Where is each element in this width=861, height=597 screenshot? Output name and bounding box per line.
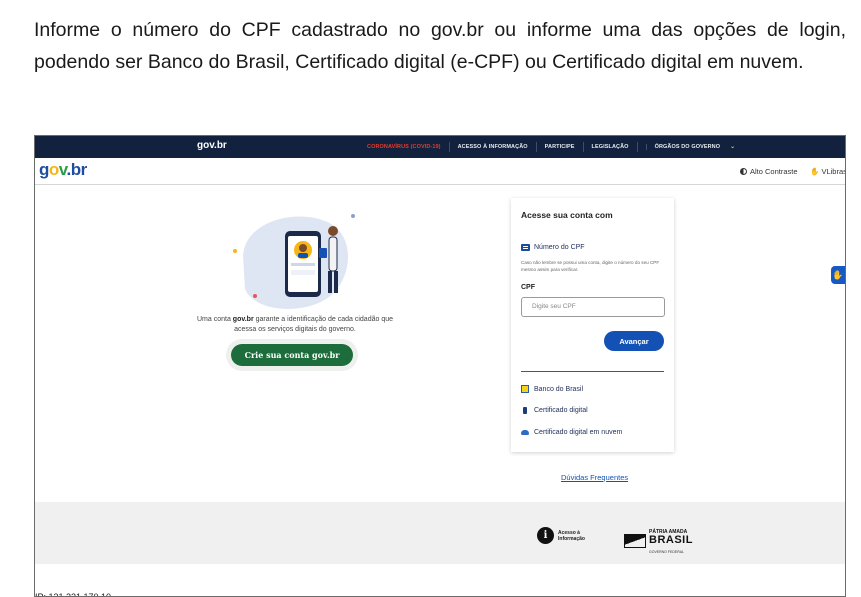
tagline-prefix: Uma conta xyxy=(197,316,233,323)
topbar-nav: CORONAVÍRUS (COVID-19) ACESSO À INFORMAÇ… xyxy=(359,136,743,158)
cpf-input[interactable]: Digite seu CPF xyxy=(521,297,665,317)
acesso-informacao-logo[interactable]: i Acesso à Informação xyxy=(537,527,585,544)
cpf-option-label: Número do CPF xyxy=(534,244,585,251)
vlibras-link[interactable]: ✋ VLibras xyxy=(810,167,846,176)
usb-token-icon xyxy=(523,407,527,414)
logo-letter: o xyxy=(48,160,59,179)
brasil-text: PÁTRIA AMADA BRASIL GOVERNO FEDERAL xyxy=(649,526,693,555)
login-card-title: Acesse sua conta com xyxy=(521,210,613,220)
cpf-option[interactable]: Número do CPF xyxy=(521,244,585,251)
brasil-word: BRASIL xyxy=(649,534,693,546)
site-header: gov.br Alto Contraste ✋ VLibras xyxy=(35,158,846,185)
login-option-banco-do-brasil[interactable]: Banco do Brasil xyxy=(521,385,583,393)
option-label: Certificado digital em nuvem xyxy=(534,429,623,436)
govbr-login-screenshot: gov.br CORONAVÍRUS (COVID-19) ACESSO À I… xyxy=(34,135,846,597)
cpf-label: CPF xyxy=(521,284,535,291)
govbr-logo[interactable]: gov.br xyxy=(39,160,87,180)
faq-link[interactable]: Dúvidas Frequentes xyxy=(561,473,628,482)
nav-legislacao[interactable]: LEGISLAÇÃO xyxy=(582,142,637,152)
nav-orgaos-label: ÓRGÃOS DO GOVERNO xyxy=(645,144,729,150)
footer: i Acesso à Informação PÁTRIA AMADA BRASI… xyxy=(35,502,845,564)
acesso-line: Informação xyxy=(558,535,585,542)
phone-illustration xyxy=(233,214,355,309)
tagline-brand: gov.br xyxy=(232,316,254,323)
bottom-strip: IP: 131.221.170.10 xyxy=(35,564,845,597)
contrast-icon xyxy=(740,168,747,175)
logo-letter: g xyxy=(39,160,49,179)
login-option-certificado-nuvem[interactable]: Certificado digital em nuvem xyxy=(521,429,622,436)
vlibras-label: VLibras xyxy=(821,167,846,176)
login-option-certificado[interactable]: Certificado digital xyxy=(521,407,588,414)
id-card-icon xyxy=(521,244,530,251)
top-bar: gov.br CORONAVÍRUS (COVID-19) ACESSO À I… xyxy=(35,136,845,158)
ip-text: IP: 131.221.170.10 xyxy=(35,592,112,597)
acesso-informacao-text: Acesso à Informação xyxy=(558,530,585,542)
divider xyxy=(521,371,664,372)
nav-covid[interactable]: CORONAVÍRUS (COVID-19) xyxy=(359,142,449,152)
nav-participe[interactable]: PARTICIPE xyxy=(535,142,583,152)
cloud-icon xyxy=(521,430,529,435)
contrast-label: Alto Contraste xyxy=(750,167,798,176)
brasil-logo[interactable]: PÁTRIA AMADA BRASIL GOVERNO FEDERAL xyxy=(624,526,693,555)
option-label: Banco do Brasil xyxy=(534,385,584,393)
banco-do-brasil-icon xyxy=(521,385,529,393)
login-card: Acesse sua conta com Número do CPF Caso … xyxy=(511,198,674,452)
logo-letter: b xyxy=(70,160,81,179)
account-tagline: Uma conta gov.br garante a identificação… xyxy=(190,315,400,334)
option-label: Certificado digital xyxy=(534,407,588,414)
intro-paragraph: Informe o número do CPF cadastrado no go… xyxy=(34,19,846,73)
topbar-brand[interactable]: gov.br xyxy=(197,140,227,151)
chevron-down-icon: ⌄ xyxy=(730,144,736,150)
governo-federal: GOVERNO FEDERAL xyxy=(649,550,685,554)
nav-acesso-informacao[interactable]: ACESSO À INFORMAÇÃO xyxy=(448,142,536,152)
brasil-mark-icon xyxy=(624,533,646,548)
high-contrast-toggle[interactable]: Alto Contraste xyxy=(740,167,798,176)
accessibility-hand-icon[interactable]: ✋ xyxy=(831,266,845,284)
next-button[interactable]: Avançar xyxy=(604,331,664,351)
tagline-suffix: garante a identificação de cada cidadão … xyxy=(234,316,393,333)
create-account-button[interactable]: Crie sua conta gov.br xyxy=(231,344,353,366)
nav-orgaos[interactable]: ÓRGÃOS DO GOVERNO ⌄ xyxy=(636,142,744,152)
hand-icon: ✋ xyxy=(810,167,820,176)
info-icon: i xyxy=(537,527,554,544)
cpf-help-text: Caso não lembre se possui uma conta, dig… xyxy=(521,260,660,272)
logo-letter: r xyxy=(80,160,88,179)
